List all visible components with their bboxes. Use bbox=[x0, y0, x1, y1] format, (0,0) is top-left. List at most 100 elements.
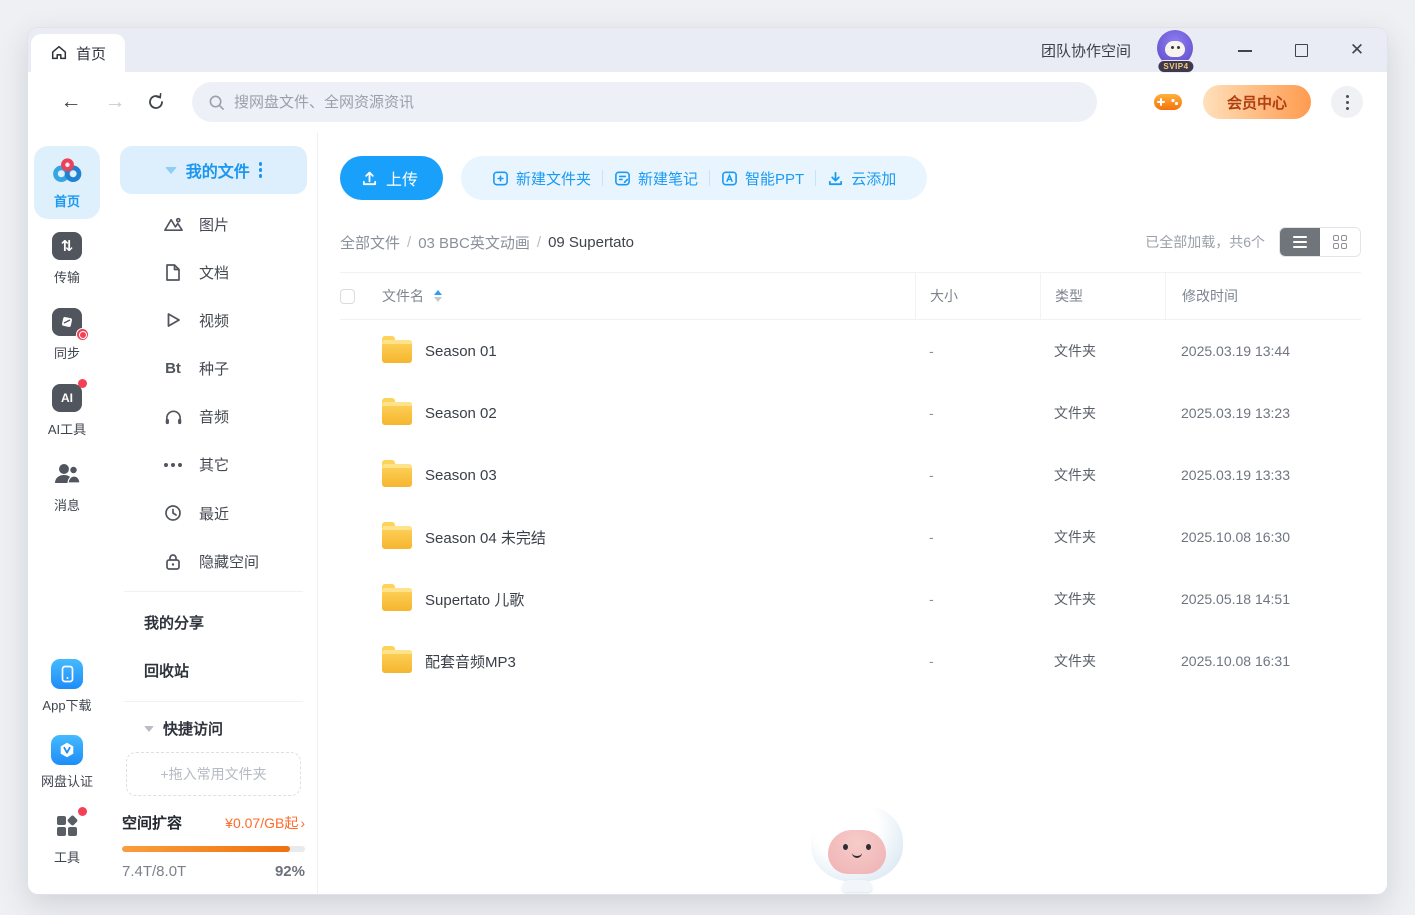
file-name[interactable]: Supertato 儿歌 bbox=[425, 589, 524, 610]
select-all-checkbox[interactable] bbox=[340, 289, 355, 304]
rail-item-certification[interactable]: 网盘认证 bbox=[34, 726, 100, 799]
sort-icon[interactable] bbox=[434, 290, 442, 302]
sidebar-item-hidden-space[interactable]: 隐藏空间 bbox=[120, 537, 307, 585]
file-type: 文件夹 bbox=[1040, 630, 1165, 692]
file-row-season-01[interactable]: Season 01 - 文件夹 2025.03.19 13:44 bbox=[340, 320, 1361, 382]
column-header-time[interactable]: 修改时间 bbox=[1165, 273, 1361, 319]
upload-icon bbox=[361, 170, 378, 187]
file-name[interactable]: 配套音频MP3 bbox=[425, 651, 516, 672]
rail-label-home: 首页 bbox=[54, 191, 80, 210]
file-size: - bbox=[915, 320, 1040, 382]
breadcrumb-all-files[interactable]: 全部文件 bbox=[340, 232, 400, 253]
sync-clock-badge bbox=[76, 328, 89, 341]
column-header-type[interactable]: 类型 bbox=[1040, 273, 1165, 319]
divider bbox=[124, 701, 303, 702]
certification-icon bbox=[50, 734, 84, 766]
upload-button[interactable]: 上传 bbox=[340, 156, 443, 200]
sidebar-item-my-files[interactable]: 我的文件 bbox=[120, 146, 307, 194]
file-row-season-02[interactable]: Season 02 - 文件夹 2025.03.19 13:23 bbox=[340, 382, 1361, 444]
sidebar-item-torrents[interactable]: Bt 种子 bbox=[120, 345, 307, 393]
sidebar-item-recycle-bin[interactable]: 回收站 bbox=[120, 646, 307, 694]
file-time: 2025.03.19 13:23 bbox=[1165, 382, 1361, 444]
column-header-size[interactable]: 大小 bbox=[915, 273, 1040, 319]
app-download-icon bbox=[50, 658, 84, 690]
file-time: 2025.10.08 16:31 bbox=[1165, 630, 1361, 692]
file-size: - bbox=[915, 506, 1040, 568]
search-bar[interactable] bbox=[192, 82, 1097, 122]
forward-button[interactable]: → bbox=[102, 90, 128, 114]
game-center-icon[interactable] bbox=[1153, 91, 1183, 113]
storage-expand-label: 空间扩容 bbox=[122, 812, 182, 833]
svip-badge: SVIP4 bbox=[1157, 60, 1194, 73]
sidebar-label-torrents: 种子 bbox=[199, 358, 229, 379]
rail-label-certification: 网盘认证 bbox=[41, 771, 93, 790]
grid-view-button[interactable] bbox=[1320, 228, 1360, 256]
file-name[interactable]: Season 02 bbox=[425, 405, 497, 422]
sidebar-item-recent[interactable]: 最近 bbox=[120, 489, 307, 537]
minimize-button[interactable] bbox=[1237, 42, 1253, 58]
file-row-audio-mp3[interactable]: 配套音频MP3 - 文件夹 2025.10.08 16:31 bbox=[340, 630, 1361, 692]
rail-item-ai-tools[interactable]: AI AI工具 bbox=[34, 374, 100, 447]
home-tab-icon bbox=[50, 44, 68, 62]
file-type: 文件夹 bbox=[1040, 444, 1165, 506]
storage-expand-link[interactable]: ¥0.07/GB起› bbox=[225, 813, 305, 833]
smart-ppt-button[interactable]: 智能PPT bbox=[710, 168, 815, 189]
sidebar-item-audio[interactable]: 音频 bbox=[120, 393, 307, 441]
file-row-season-03[interactable]: Season 03 - 文件夹 2025.03.19 13:33 bbox=[340, 444, 1361, 506]
file-name[interactable]: Season 01 bbox=[425, 343, 497, 360]
rail-item-tools[interactable]: 工具 bbox=[34, 802, 100, 875]
user-avatar[interactable]: SVIP4 bbox=[1157, 30, 1195, 70]
sidebar-item-other[interactable]: 其它 bbox=[120, 441, 307, 489]
new-note-button[interactable]: 新建笔记 bbox=[603, 168, 709, 189]
mascot-body bbox=[842, 880, 872, 892]
transfer-icon: ⇅ bbox=[50, 230, 84, 262]
bt-icon: Bt bbox=[162, 360, 184, 377]
assistant-mascot[interactable] bbox=[811, 804, 903, 890]
folder-icon bbox=[382, 650, 412, 673]
file-name[interactable]: Season 04 未完结 bbox=[425, 527, 546, 548]
rail-item-transfer[interactable]: ⇅ 传输 bbox=[34, 222, 100, 295]
sidebar-item-my-shares[interactable]: 我的分享 bbox=[120, 598, 307, 646]
list-view-button[interactable] bbox=[1280, 228, 1320, 256]
tab-home[interactable]: 首页 bbox=[31, 34, 125, 72]
my-files-menu-icon[interactable] bbox=[259, 162, 263, 178]
file-row-season-04[interactable]: Season 04 未完结 - 文件夹 2025.10.08 16:30 bbox=[340, 506, 1361, 568]
back-button[interactable]: ← bbox=[58, 90, 84, 114]
smart-ppt-icon bbox=[721, 170, 738, 187]
rail-item-app-download[interactable]: App下载 bbox=[34, 650, 100, 723]
new-folder-button[interactable]: 新建文件夹 bbox=[481, 168, 602, 189]
refresh-icon bbox=[146, 92, 166, 112]
column-header-name[interactable]: 文件名 bbox=[382, 286, 424, 306]
sidebar-item-documents[interactable]: 文档 bbox=[120, 248, 307, 296]
file-name[interactable]: Season 03 bbox=[425, 467, 497, 484]
sidebar-label-videos: 视频 bbox=[199, 310, 229, 331]
sidebar-item-images[interactable]: 图片 bbox=[120, 200, 307, 248]
rail-label-sync: 同步 bbox=[54, 343, 80, 362]
sidebar-label-images: 图片 bbox=[199, 214, 229, 235]
breadcrumb-current-folder: 09 Supertato bbox=[548, 234, 634, 251]
rail-item-sync[interactable]: 同步 bbox=[34, 298, 100, 371]
file-list: Season 01 - 文件夹 2025.03.19 13:44 Season … bbox=[340, 320, 1361, 692]
refresh-button[interactable] bbox=[146, 92, 172, 112]
search-input[interactable] bbox=[234, 94, 1081, 111]
quick-access-header[interactable]: 快捷访问 bbox=[120, 707, 307, 749]
action-group: 新建文件夹 新建笔记 bbox=[461, 156, 927, 200]
rail-item-home[interactable]: 首页 bbox=[34, 146, 100, 219]
titlebar: 首页 团队协作空间 SVIP4 ✕ bbox=[28, 28, 1387, 72]
drop-folder-zone[interactable]: +拖入常用文件夹 bbox=[126, 752, 301, 796]
team-space-link[interactable]: 团队协作空间 bbox=[1041, 40, 1131, 61]
maximize-button[interactable] bbox=[1293, 42, 1309, 58]
rail-item-messages[interactable]: 消息 bbox=[34, 450, 100, 523]
folder-icon bbox=[382, 526, 412, 549]
close-button[interactable]: ✕ bbox=[1349, 42, 1365, 58]
breadcrumb-parent-folder[interactable]: 03 BBC英文动画 bbox=[418, 232, 530, 253]
more-menu-button[interactable] bbox=[1331, 86, 1363, 118]
member-center-button[interactable]: 会员中心 bbox=[1203, 85, 1311, 119]
file-row-supertato-songs[interactable]: Supertato 儿歌 - 文件夹 2025.05.18 14:51 bbox=[340, 568, 1361, 630]
sidebar-item-videos[interactable]: 视频 bbox=[120, 296, 307, 344]
cloud-add-button[interactable]: 云添加 bbox=[816, 168, 907, 189]
quick-access-label: 快捷访问 bbox=[163, 718, 223, 739]
grid-view-icon bbox=[1333, 235, 1347, 249]
new-note-icon bbox=[614, 170, 631, 187]
left-rail: 首页 ⇅ 传输 同步 AI bbox=[28, 132, 106, 894]
